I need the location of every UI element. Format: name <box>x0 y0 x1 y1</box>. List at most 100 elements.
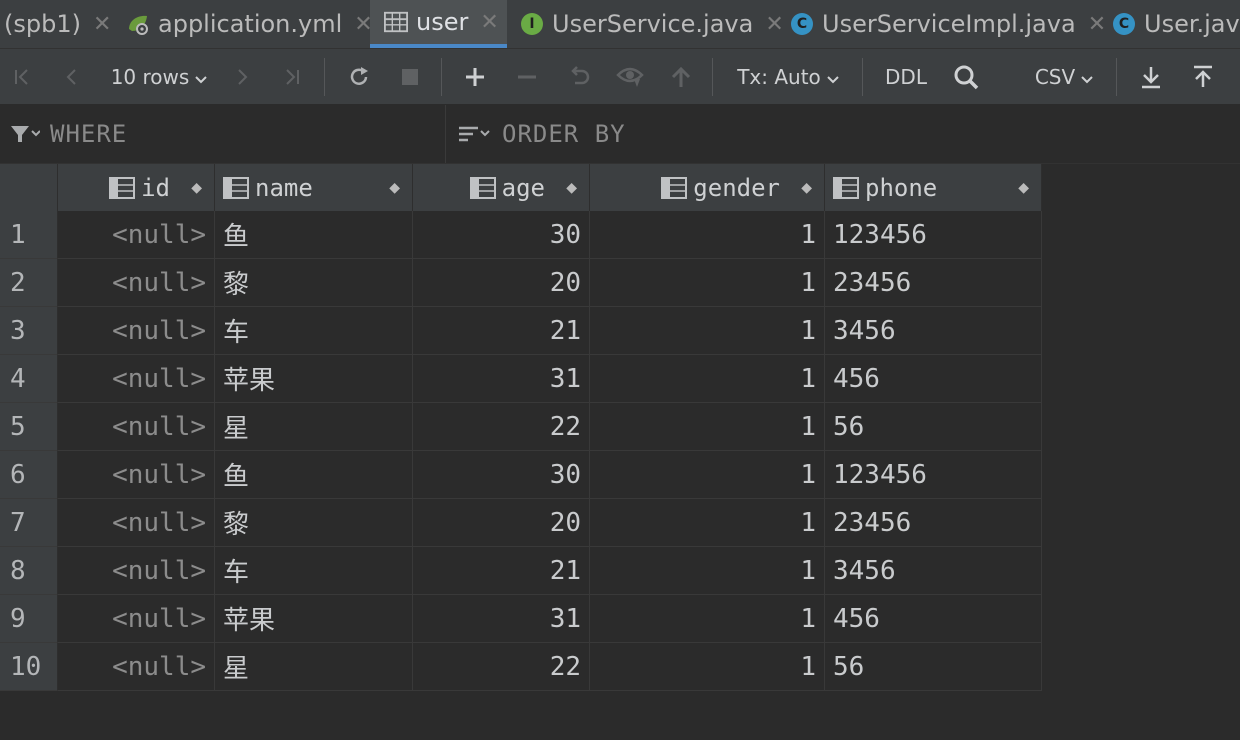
tab-user-java[interactable]: C User.java <box>1112 0 1240 48</box>
cell-age[interactable]: 21 <box>413 307 590 355</box>
sort-toggle-icon[interactable]: ◆ <box>1018 180 1029 196</box>
cell-id[interactable]: <null> <box>58 211 215 259</box>
column-header-id[interactable]: id ◆ <box>58 164 215 211</box>
refresh-icon[interactable] <box>344 49 374 104</box>
export-format-dropdown[interactable]: CSV <box>1030 49 1098 104</box>
cell-age[interactable]: 31 <box>413 595 590 643</box>
submit-icon[interactable] <box>666 49 696 104</box>
cell-gender[interactable]: 1 <box>590 451 825 499</box>
first-page-icon[interactable] <box>8 49 36 104</box>
cell-name[interactable]: 星 <box>215 643 413 691</box>
cell-id[interactable]: <null> <box>58 355 215 403</box>
table-row[interactable]: 10 <null> 星 22 1 56 <box>0 643 1042 691</box>
cell-phone[interactable]: 456 <box>825 595 1042 643</box>
cell-age[interactable]: 30 <box>413 211 590 259</box>
table-row[interactable]: 4 <null> 苹果 31 1 456 <box>0 355 1042 403</box>
cell-age[interactable]: 22 <box>413 643 590 691</box>
cell-name[interactable]: 车 <box>215 307 413 355</box>
sort-toggle-icon[interactable]: ◆ <box>191 180 202 196</box>
cell-name[interactable]: 苹果 <box>215 355 413 403</box>
tab-spb1[interactable]: (spb1) ✕ <box>4 0 111 48</box>
column-header-name[interactable]: name ◆ <box>215 164 413 211</box>
cell-name[interactable]: 黎 <box>215 499 413 547</box>
cell-id[interactable]: <null> <box>58 547 215 595</box>
column-header-phone[interactable]: phone ◆ <box>825 164 1042 211</box>
last-page-icon[interactable] <box>278 49 306 104</box>
table-row[interactable]: 9 <null> 苹果 31 1 456 <box>0 595 1042 643</box>
cell-name[interactable]: 星 <box>215 403 413 451</box>
table-row[interactable]: 3 <null> 车 21 1 3456 <box>0 307 1042 355</box>
cell-id[interactable]: <null> <box>58 307 215 355</box>
page-size-dropdown[interactable]: 10 rows <box>108 49 210 104</box>
sort-toggle-icon[interactable]: ◆ <box>389 180 400 196</box>
next-page-icon[interactable] <box>228 49 256 104</box>
cell-id[interactable]: <null> <box>58 259 215 307</box>
tab-user[interactable]: user ✕ <box>370 0 507 48</box>
cell-gender[interactable]: 1 <box>590 595 825 643</box>
table-row[interactable]: 8 <null> 车 21 1 3456 <box>0 547 1042 595</box>
cell-phone[interactable]: 123456 <box>825 211 1042 259</box>
close-icon[interactable]: ✕ <box>93 12 111 37</box>
previous-page-icon[interactable] <box>58 49 86 104</box>
table-row[interactable]: 5 <null> 星 22 1 56 <box>0 403 1042 451</box>
cell-phone[interactable]: 56 <box>825 403 1042 451</box>
preview-pending-changes-icon[interactable] <box>614 49 646 104</box>
column-header-age[interactable]: age ◆ <box>413 164 590 211</box>
cell-name[interactable]: 车 <box>215 547 413 595</box>
table-row[interactable]: 7 <null> 黎 20 1 23456 <box>0 499 1042 547</box>
close-icon[interactable]: ✕ <box>1088 12 1106 37</box>
column-header-gender[interactable]: gender ◆ <box>590 164 825 211</box>
cell-phone[interactable]: 23456 <box>825 259 1042 307</box>
download-icon[interactable] <box>1136 49 1166 104</box>
order-by-field[interactable]: ORDER BY <box>458 105 626 163</box>
table-row[interactable]: 2 <null> 黎 20 1 23456 <box>0 259 1042 307</box>
cell-gender[interactable]: 1 <box>590 499 825 547</box>
cell-age[interactable]: 21 <box>413 547 590 595</box>
table-row[interactable]: 1 <null> 鱼 30 1 123456 <box>0 211 1042 259</box>
tab-application-yml[interactable]: application.yml ✕ <box>126 0 373 48</box>
tab-userservice-java[interactable]: I UserService.java ✕ <box>520 0 784 48</box>
cell-age[interactable]: 22 <box>413 403 590 451</box>
cell-id[interactable]: <null> <box>58 595 215 643</box>
cell-age[interactable]: 31 <box>413 355 590 403</box>
revert-icon[interactable] <box>564 49 594 104</box>
cell-gender[interactable]: 1 <box>590 643 825 691</box>
cell-age[interactable]: 20 <box>413 259 590 307</box>
cell-gender[interactable]: 1 <box>590 403 825 451</box>
transaction-mode-dropdown[interactable]: Tx: Auto <box>732 49 844 104</box>
cell-name[interactable]: 黎 <box>215 259 413 307</box>
cell-id[interactable]: <null> <box>58 643 215 691</box>
ddl-button[interactable]: DDL <box>880 49 932 104</box>
cell-phone[interactable]: 3456 <box>825 547 1042 595</box>
delete-row-icon[interactable] <box>512 49 542 104</box>
cell-age[interactable]: 20 <box>413 499 590 547</box>
cell-phone[interactable]: 456 <box>825 355 1042 403</box>
sort-toggle-icon[interactable]: ◆ <box>801 180 812 196</box>
cell-gender[interactable]: 1 <box>590 259 825 307</box>
upload-icon[interactable] <box>1188 49 1218 104</box>
close-icon[interactable]: ✕ <box>480 10 498 35</box>
cell-gender[interactable]: 1 <box>590 307 825 355</box>
close-icon[interactable]: ✕ <box>765 12 783 37</box>
cell-id[interactable]: <null> <box>58 403 215 451</box>
cell-name[interactable]: 鱼 <box>215 451 413 499</box>
tab-userserviceimpl-java[interactable]: C UserServiceImpl.java ✕ <box>790 0 1106 48</box>
row-number-header[interactable] <box>0 164 58 211</box>
cell-phone[interactable]: 23456 <box>825 499 1042 547</box>
cell-name[interactable]: 苹果 <box>215 595 413 643</box>
stop-icon[interactable] <box>396 49 424 104</box>
cell-name[interactable]: 鱼 <box>215 211 413 259</box>
cell-id[interactable]: <null> <box>58 451 215 499</box>
cell-phone[interactable]: 3456 <box>825 307 1042 355</box>
table-row[interactable]: 6 <null> 鱼 30 1 123456 <box>0 451 1042 499</box>
where-filter-field[interactable]: WHERE <box>10 105 127 163</box>
cell-phone[interactable]: 56 <box>825 643 1042 691</box>
cell-gender[interactable]: 1 <box>590 547 825 595</box>
cell-id[interactable]: <null> <box>58 499 215 547</box>
cell-gender[interactable]: 1 <box>590 211 825 259</box>
sort-toggle-icon[interactable]: ◆ <box>566 180 577 196</box>
add-row-icon[interactable] <box>460 49 490 104</box>
cell-gender[interactable]: 1 <box>590 355 825 403</box>
cell-phone[interactable]: 123456 <box>825 451 1042 499</box>
cell-age[interactable]: 30 <box>413 451 590 499</box>
